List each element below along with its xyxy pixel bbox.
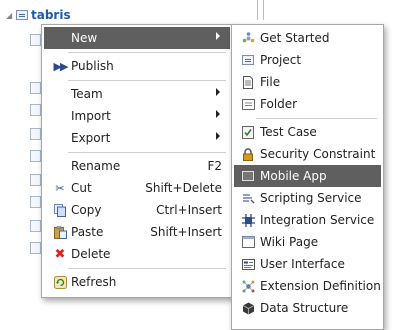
tree-child-icon xyxy=(30,104,41,116)
menu-item-label: New xyxy=(71,31,98,45)
submenu-item-security-constraint[interactable]: Security Constraint xyxy=(234,143,381,165)
menu-item-import[interactable]: Import xyxy=(44,105,230,127)
tree-child-icon xyxy=(30,242,41,254)
shortcut-label: Ctrl+Insert xyxy=(156,203,222,217)
copy-icon xyxy=(53,203,67,217)
submenu-item-file[interactable]: File xyxy=(234,71,381,93)
submenu-item-wiki-page[interactable]: Wiki Page xyxy=(234,231,381,253)
delete-icon: ✖ xyxy=(54,246,66,262)
menu-item-label: Refresh xyxy=(71,275,117,289)
collapse-triangle-icon[interactable]: ◢ xyxy=(6,11,16,20)
menu-item-rename[interactable]: Rename F2 xyxy=(44,155,230,177)
project-tree-node[interactable]: ◢ tabris xyxy=(6,6,71,24)
menu-item-label: Copy xyxy=(71,203,102,217)
user-interface-icon xyxy=(241,257,255,271)
menu-item-label: Mobile App xyxy=(260,169,327,183)
shortcut-label: F2 xyxy=(207,159,222,173)
menu-item-team[interactable]: Team xyxy=(44,83,230,105)
menu-item-cut[interactable]: ✂ Cut Shift+Delete xyxy=(44,177,230,199)
shortcut-label: Shift+Delete xyxy=(145,181,222,195)
tree-child-icon xyxy=(30,174,41,186)
divider xyxy=(257,0,258,20)
submenu-item-mobile-app[interactable]: Mobile App xyxy=(234,165,381,187)
submenu-arrow-icon xyxy=(216,88,220,96)
menu-item-label: Publish xyxy=(71,59,114,73)
menu-separator xyxy=(68,80,226,81)
test-case-icon xyxy=(241,125,255,139)
publish-icon: ▶▶ xyxy=(53,59,69,73)
submenu-item-integration-service[interactable]: Integration Service xyxy=(234,209,381,231)
paste-icon xyxy=(53,225,67,239)
menu-item-label: Wiki Page xyxy=(260,235,319,249)
submenu-arrow-icon xyxy=(216,32,220,40)
wiki-page-icon xyxy=(241,235,255,249)
menu-item-refresh[interactable]: Refresh xyxy=(44,271,230,293)
file-icon xyxy=(241,75,255,89)
project-icon xyxy=(16,10,28,20)
menu-item-label: Folder xyxy=(260,97,298,111)
submenu-item-test-case[interactable]: Test Case xyxy=(234,121,381,143)
submenu-arrow-icon xyxy=(216,132,220,140)
project-name[interactable]: tabris xyxy=(31,8,71,22)
menu-separator xyxy=(68,152,226,153)
menu-item-new[interactable]: New xyxy=(44,27,230,49)
new-submenu: Get Started Project File Folder Test Cas… xyxy=(231,24,384,330)
folder-icon xyxy=(241,97,255,111)
menu-item-label: Import xyxy=(71,109,111,123)
menu-item-label: Integration Service xyxy=(260,213,375,227)
submenu-arrow-icon xyxy=(216,110,220,118)
submenu-item-get-started[interactable]: Get Started xyxy=(234,27,381,49)
menu-item-label: Rename xyxy=(71,159,121,173)
refresh-icon xyxy=(53,275,67,289)
divider xyxy=(263,0,264,20)
menu-separator xyxy=(256,118,377,119)
submenu-item-project[interactable]: Project xyxy=(234,49,381,71)
submenu-item-data-structure[interactable]: Data Structure xyxy=(234,297,381,319)
menu-item-label: Cut xyxy=(71,181,92,195)
menu-item-label: Delete xyxy=(71,247,111,261)
menu-item-label: User Interface xyxy=(260,257,345,271)
menu-item-label: Data Structure xyxy=(260,301,349,315)
menu-item-paste[interactable]: Paste Shift+Insert xyxy=(44,221,230,243)
extension-definition-icon xyxy=(241,279,255,293)
tree-child-icon xyxy=(30,196,41,208)
submenu-item-extension-definition[interactable]: Extension Definition xyxy=(234,275,381,297)
tree-child-icon xyxy=(30,82,41,94)
lock-icon xyxy=(241,147,255,161)
menu-item-delete[interactable]: ✖ Delete xyxy=(44,243,230,265)
integration-service-icon xyxy=(241,213,255,227)
menu-item-label: Export xyxy=(71,131,111,145)
menu-item-label: Get Started xyxy=(260,31,330,45)
menu-item-label: Extension Definition xyxy=(260,279,381,293)
menu-item-publish[interactable]: ▶▶ Publish xyxy=(44,55,230,77)
tree-child-icon xyxy=(30,128,41,140)
tree-child-icon xyxy=(30,220,41,232)
mobile-app-icon xyxy=(241,169,255,183)
menu-item-label: Security Constraint xyxy=(260,147,376,161)
menu-item-export[interactable]: Export xyxy=(44,127,230,149)
menu-item-label: File xyxy=(260,75,281,89)
submenu-item-scripting-service[interactable]: Scripting Service xyxy=(234,187,381,209)
menu-item-label: Test Case xyxy=(260,125,317,139)
menu-item-copy[interactable]: Copy Ctrl+Insert xyxy=(44,199,230,221)
tree-child-icon xyxy=(30,150,41,162)
tree-child-icon xyxy=(30,34,41,46)
submenu-item-user-interface[interactable]: User Interface xyxy=(234,253,381,275)
context-menu: New ▶▶ Publish Team Import Export Rename… xyxy=(41,24,233,298)
scripting-service-icon xyxy=(241,191,255,205)
menu-separator xyxy=(68,268,226,269)
scissors-icon: ✂ xyxy=(55,181,65,195)
menu-item-label: Paste xyxy=(71,225,104,239)
menu-item-label: Scripting Service xyxy=(260,191,362,205)
shortcut-label: Shift+Insert xyxy=(150,225,222,239)
menu-separator xyxy=(68,52,226,53)
submenu-item-folder[interactable]: Folder xyxy=(234,93,381,115)
data-structure-icon xyxy=(241,301,255,315)
project-icon xyxy=(241,53,255,67)
menu-item-label: Team xyxy=(71,87,103,101)
get-started-icon xyxy=(241,31,255,45)
menu-item-label: Project xyxy=(260,53,302,67)
